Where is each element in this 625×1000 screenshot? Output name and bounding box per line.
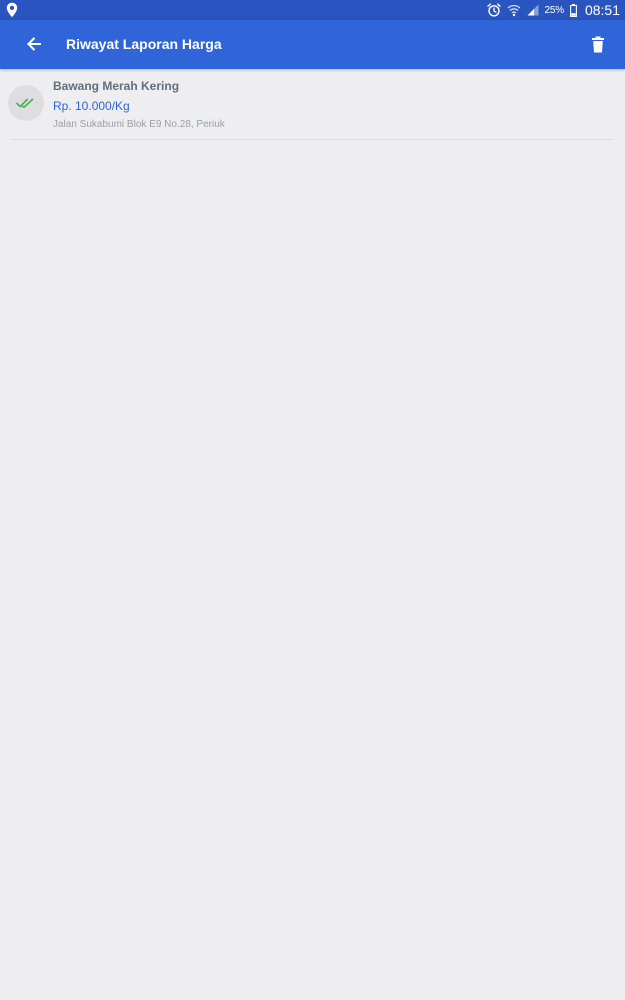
status-left: [6, 2, 18, 18]
location-icon: [6, 2, 18, 18]
trash-icon: [592, 36, 604, 53]
price-report-history-list: Bawang Merah Kering Rp. 10.000/Kg Jalan …: [0, 69, 625, 140]
page-title: Riwayat Laporan Harga: [66, 36, 222, 52]
back-button[interactable]: [24, 34, 44, 54]
battery-icon: [570, 3, 577, 17]
signal-icon: [527, 4, 539, 16]
status-bar: 25% 08:51: [0, 0, 625, 20]
commodity-price: Rp. 10.000/Kg: [53, 99, 130, 113]
alarm-icon: [486, 3, 501, 17]
status-right: 25% 08:51: [486, 0, 620, 20]
status-clock: 08:51: [584, 2, 620, 18]
report-address: Jalan Sukabumi Blok E9 No.28, Periuk: [53, 119, 225, 130]
delete-history-button[interactable]: [589, 35, 607, 55]
back-arrow-icon: [27, 37, 41, 51]
app-bar: Riwayat Laporan Harga: [0, 20, 625, 69]
status-avatar: [8, 85, 44, 121]
double-check-icon: [16, 98, 34, 108]
wifi-icon: [507, 4, 520, 17]
battery-percent: 25%: [544, 4, 565, 16]
commodity-name: Bawang Merah Kering: [53, 79, 180, 93]
list-item[interactable]: Bawang Merah Kering Rp. 10.000/Kg Jalan …: [8, 69, 613, 140]
